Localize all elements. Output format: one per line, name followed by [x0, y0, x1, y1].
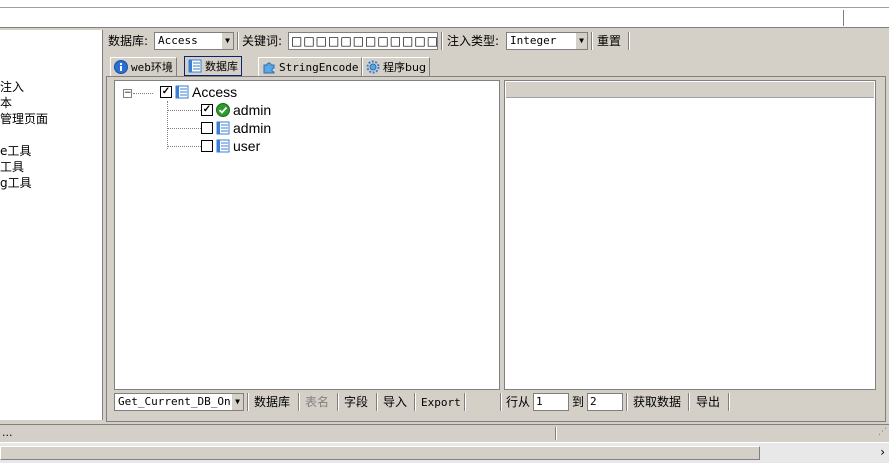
- toolbar-separator: [728, 393, 730, 411]
- chevron-down-icon[interactable]: ▼: [221, 33, 233, 49]
- reset-button[interactable]: 重置: [597, 33, 621, 49]
- data-grid[interactable]: [504, 80, 876, 390]
- toolbar-separator: [376, 393, 378, 411]
- fetch-data-button[interactable]: 获取数据: [633, 394, 681, 410]
- inject-type-select[interactable]: Integer ▼: [506, 32, 588, 50]
- tree-node-label: Access: [192, 84, 238, 100]
- top-strip: [0, 0, 889, 8]
- tree-node-admin[interactable]: admin: [201, 120, 271, 136]
- table-name-button[interactable]: 表名: [305, 394, 329, 410]
- toolbar-separator: [688, 393, 690, 411]
- tab-web-env[interactable]: web环境: [110, 57, 177, 76]
- function-select[interactable]: Get_Current_DB_Onl ▼: [114, 393, 244, 411]
- database-label: 数据库:: [108, 34, 149, 48]
- left-item-e-tool[interactable]: e工具: [0, 144, 31, 158]
- toolbar-separator: [500, 393, 502, 411]
- tree-connector: [167, 146, 203, 147]
- row-from-input[interactable]: 1: [533, 393, 569, 411]
- tree-node-label: admin: [233, 120, 272, 136]
- toolbar-separator: [628, 32, 630, 50]
- toolbar-separator: [591, 32, 593, 50]
- row-to-input[interactable]: 2: [587, 393, 623, 411]
- tree-connector: [133, 93, 153, 94]
- tab-program-bug-label: 程序bug: [383, 61, 426, 74]
- tab-program-bug[interactable]: 程序bug: [362, 57, 430, 76]
- toolbar-separator: [464, 393, 466, 411]
- table-icon: [216, 139, 230, 153]
- tree-node-user[interactable]: user: [201, 138, 260, 154]
- toolbar-separator: [298, 393, 300, 411]
- resize-grip-icon[interactable]: ⋰: [878, 427, 887, 437]
- tree-node-admin-checked[interactable]: ✓ admin: [201, 102, 271, 118]
- tree-connector: [167, 128, 203, 129]
- toolbar-separator: [337, 393, 339, 411]
- import-button[interactable]: 导入: [383, 394, 407, 410]
- tab-web-env-label: web环境: [131, 61, 173, 74]
- tree-node-checkbox[interactable]: [201, 122, 213, 134]
- left-item-admin-page[interactable]: 管理页面: [0, 112, 48, 126]
- tab-stringencode-label: StringEncode: [279, 60, 359, 74]
- database-button[interactable]: 数据库: [254, 394, 290, 410]
- toolbar-separator: [237, 32, 239, 50]
- info-icon: [114, 60, 128, 74]
- gear-icon: [366, 60, 380, 74]
- address-bar-separator: [843, 10, 845, 26]
- keyword-input[interactable]: □□□□□□□□□□□□: [288, 32, 438, 50]
- toolbar-separator: [441, 32, 443, 50]
- status-separator: [555, 427, 557, 440]
- left-item-inject[interactable]: 注入: [0, 80, 24, 94]
- left-item-g-tool[interactable]: g工具: [0, 176, 32, 190]
- collapse-icon[interactable]: −: [123, 89, 132, 98]
- tree-node-label: user: [233, 138, 261, 154]
- tree-node-checkbox[interactable]: ✓: [160, 86, 172, 98]
- tab-stringencode[interactable]: StringEncode: [258, 57, 363, 76]
- tab-database[interactable]: 数据库: [184, 56, 242, 76]
- tree-node-root[interactable]: ✓ Access: [160, 84, 237, 100]
- function-select-value: Get_Current_DB_Onl: [118, 395, 238, 408]
- left-item-script[interactable]: 本: [0, 96, 12, 110]
- left-navigation-panel: 注入 本 管理页面 e工具 工具 g工具: [0, 30, 103, 420]
- tree-node-checkbox[interactable]: [201, 140, 213, 152]
- row-to-label: 到: [572, 395, 585, 409]
- data-grid-header: [506, 82, 874, 98]
- status-text: ...: [2, 426, 13, 439]
- database-tree[interactable]: − ✓ Access ✓ admin admin user: [114, 80, 500, 390]
- chevron-down-icon[interactable]: ▼: [231, 394, 243, 410]
- chevron-right-icon[interactable]: ›: [880, 445, 885, 459]
- database-select[interactable]: Access ▼: [154, 32, 234, 50]
- table-icon: [216, 121, 230, 135]
- tree-node-label: admin: [233, 102, 272, 118]
- puzzle-icon: [262, 60, 276, 74]
- left-item-tool[interactable]: 工具: [0, 160, 24, 174]
- tree-connector: [167, 110, 203, 111]
- horizontal-scrollbar[interactable]: ›: [0, 442, 889, 463]
- toolbar-separator: [626, 393, 628, 411]
- keyword-label: 关键词:: [242, 34, 283, 48]
- row-from-label: 行从: [506, 395, 531, 409]
- database-select-value: Access: [158, 34, 198, 47]
- tree-connector: [167, 101, 168, 149]
- field-button[interactable]: 字段: [344, 394, 368, 410]
- database-icon: [188, 59, 202, 73]
- status-bar: ... ⋰: [0, 424, 889, 442]
- chevron-down-icon[interactable]: ▼: [575, 33, 587, 49]
- inject-type-label: 注入类型:: [447, 34, 500, 48]
- tab-database-label: 数据库: [205, 60, 238, 73]
- inject-type-select-value: Integer: [510, 34, 557, 47]
- table-icon: [175, 85, 189, 99]
- toolbar-separator: [414, 393, 416, 411]
- toolbar-separator: [247, 393, 249, 411]
- check-circle-icon: [216, 103, 230, 117]
- scrollbar-thumb[interactable]: [0, 446, 760, 460]
- address-bar[interactable]: [0, 8, 889, 28]
- export-data-button[interactable]: 导出: [696, 394, 720, 410]
- export-button[interactable]: Export: [421, 395, 461, 411]
- tree-node-checkbox[interactable]: ✓: [201, 104, 213, 116]
